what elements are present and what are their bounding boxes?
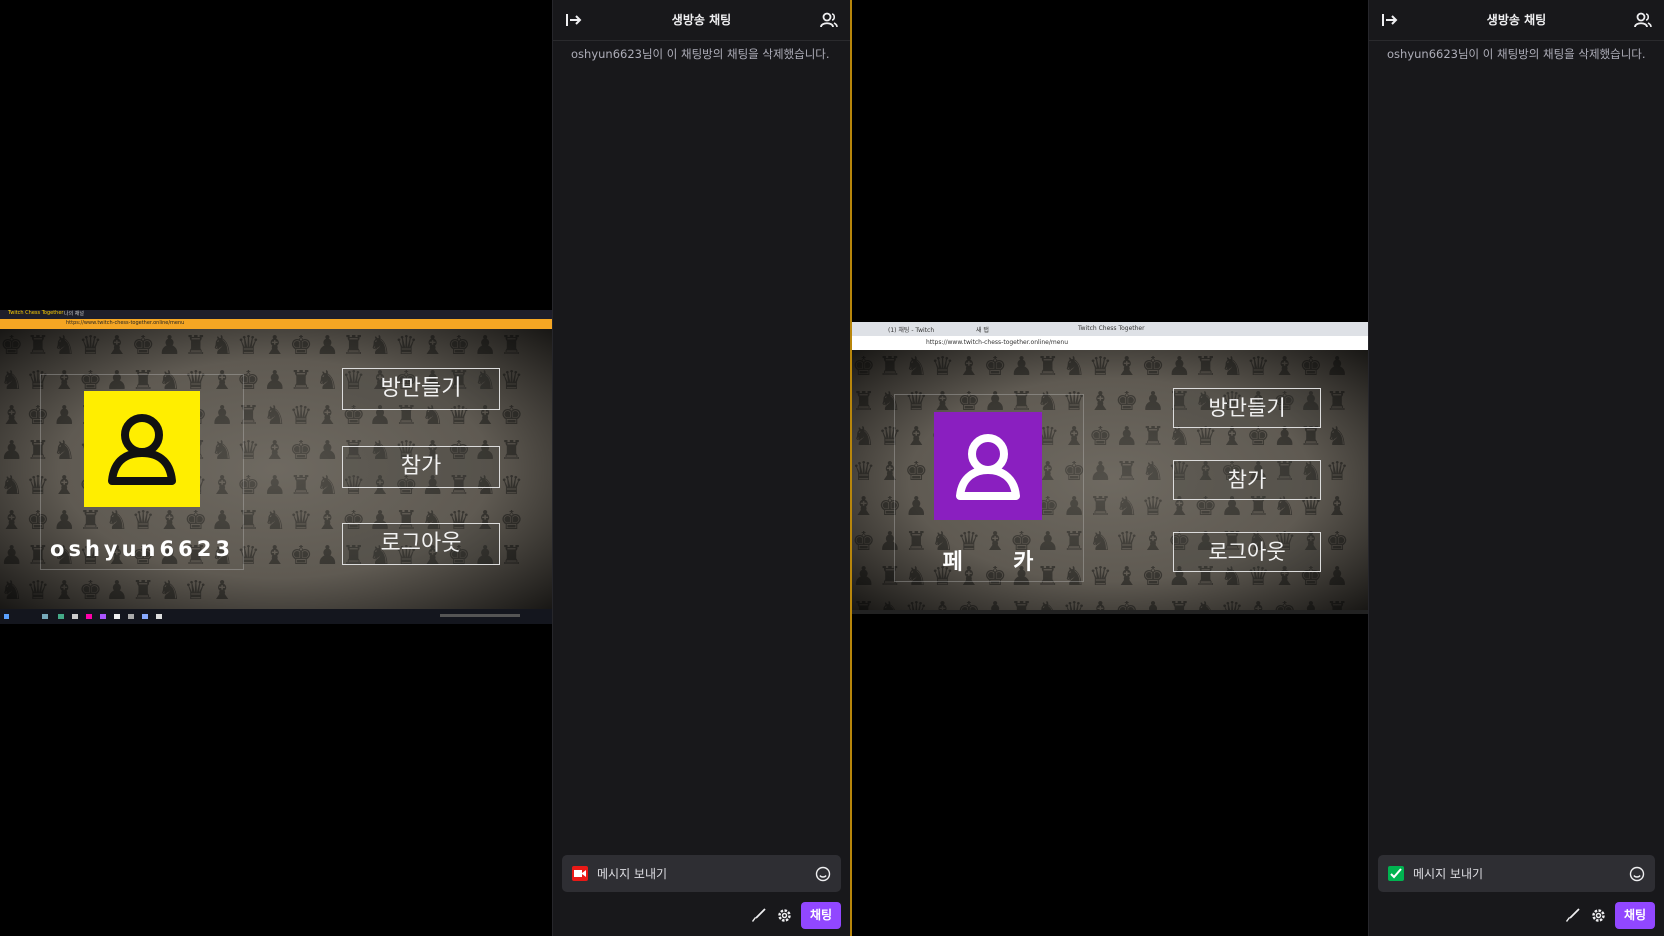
right-browser-tab-1[interactable]: (1) 채팅 - Twitch [888, 325, 934, 334]
chat-panel-right: 생방송 채팅 oshyun6623님이 이 채팅방의 채팅을 삭제했습니다. 메… [1368, 0, 1664, 936]
chat-actions: 채팅 [1535, 902, 1655, 929]
chat-input[interactable]: 메시지 보내기 [1378, 855, 1655, 892]
join-button[interactable]: 참가 [1173, 460, 1321, 500]
gear-icon[interactable] [1590, 907, 1607, 924]
right-browser-tabstrip: (1) 채팅 - Twitch 새 탭 Twitch Chess Togethe… [852, 322, 1368, 336]
taskbar-icons [4, 614, 520, 619]
left-player-name: oshyun6623 [50, 537, 234, 561]
user-icon [956, 434, 1020, 500]
left-taskbar [0, 609, 552, 624]
emote-picker-icon[interactable] [1629, 866, 1645, 882]
chat-actions: 채팅 [721, 902, 841, 929]
logout-button[interactable]: 로그아웃 [1173, 532, 1321, 572]
left-stream-video[interactable]: Twitch Chess Together 나의 채널 https://www.… [0, 310, 552, 624]
chat-panel-left: 생방송 채팅 oshyun6623님이 이 채팅방의 채팅을 삭제했습니다. 메… [552, 0, 850, 936]
chat-title: 생방송 채팅 [671, 13, 732, 27]
send-chat-button[interactable]: 채팅 [801, 902, 841, 929]
right-game-menu: ♚♜♞♛♝♚♟♜♞♛♝♚♟♜♞♛♝♚♟♜♞♛♝♚♟♜♞♛♝♚♟♜♞♛♝♚♟♜♞♛… [852, 350, 1368, 610]
chat-system-message: oshyun6623님이 이 채팅방의 채팅을 삭제했습니다. [571, 47, 830, 61]
left-browser-tab-1[interactable]: Twitch Chess Together [8, 310, 63, 316]
chat-header: 생방송 채팅 [553, 0, 850, 41]
brush-icon[interactable] [750, 907, 767, 924]
camera-badge-icon [572, 866, 588, 881]
chat-system-message: oshyun6623님이 이 채팅방의 채팅을 삭제했습니다. [1387, 47, 1646, 61]
left-game-menu: ♚♜♞♛♝♚♟♜♞♛♝♚♟♜♞♛♝♚♟♜♞♛♝♚♟♜♞♛♝♚♟♜♞♛♝♚♟♜♞♛… [0, 329, 552, 609]
logout-button[interactable]: 로그아웃 [342, 523, 500, 565]
chat-header: 생방송 채팅 [1369, 0, 1664, 41]
left-browser-addressbar[interactable]: https://www.twitch-chess-together.online… [0, 319, 552, 329]
emote-picker-icon[interactable] [815, 866, 831, 882]
left-browser-tab-2[interactable]: 나의 채널 [64, 310, 84, 317]
create-room-button[interactable]: 방만들기 [342, 368, 500, 410]
checkmark-badge-icon [1388, 866, 1404, 881]
left-browser-tabstrip: Twitch Chess Together 나의 채널 [0, 310, 552, 319]
right-browser-url[interactable]: https://www.twitch-chess-together.online… [926, 339, 1068, 346]
right-player-name: 페 카 [942, 550, 1036, 575]
users-icon[interactable] [820, 11, 838, 29]
chat-input-placeholder: 메시지 보내기 [597, 867, 668, 881]
right-avatar [934, 412, 1042, 520]
right-stream-video[interactable]: (1) 채팅 - Twitch 새 탭 Twitch Chess Togethe… [852, 322, 1368, 614]
right-browser-tab-2[interactable]: 새 탭 [976, 325, 989, 334]
brush-icon[interactable] [1564, 907, 1581, 924]
chat-title: 생방송 채팅 [1486, 13, 1547, 27]
gear-icon[interactable] [776, 907, 793, 924]
chat-input-placeholder: 메시지 보내기 [1413, 867, 1484, 881]
left-avatar [84, 391, 200, 507]
create-room-button[interactable]: 방만들기 [1173, 388, 1321, 428]
users-icon[interactable] [1634, 11, 1652, 29]
right-browser-addressbar[interactable]: https://www.twitch-chess-together.online… [852, 336, 1368, 350]
chat-input[interactable]: 메시지 보내기 [562, 855, 841, 892]
user-icon [108, 414, 176, 485]
left-browser-url[interactable]: https://www.twitch-chess-together.online… [66, 320, 184, 326]
send-chat-button[interactable]: 채팅 [1615, 902, 1655, 929]
right-browser-tab-3[interactable]: Twitch Chess Together [1078, 325, 1145, 332]
join-button[interactable]: 참가 [342, 446, 500, 488]
